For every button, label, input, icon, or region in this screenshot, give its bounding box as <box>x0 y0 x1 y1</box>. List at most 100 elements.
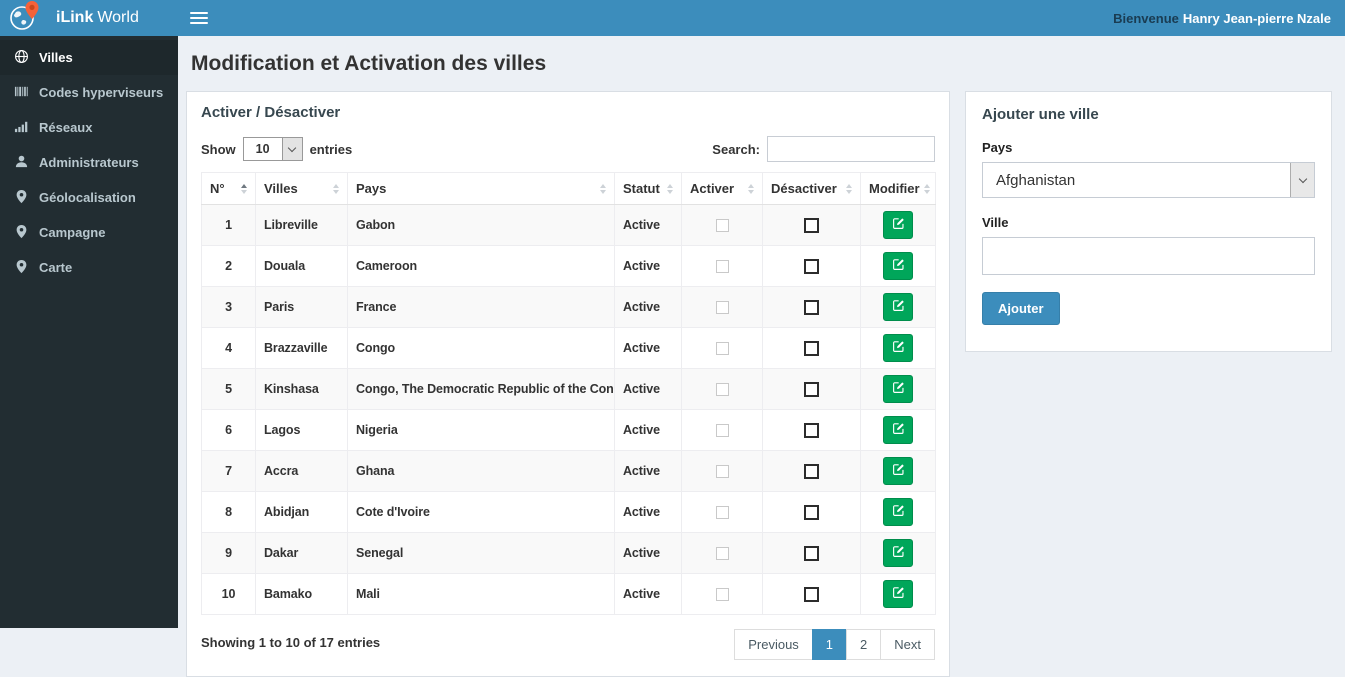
row-number: 8 <box>201 491 256 533</box>
pays-cell: Senegal <box>347 532 615 574</box>
sidebar-item-codes-hyperviseurs[interactable]: Codes hyperviseurs <box>0 75 178 110</box>
column-header-villes[interactable]: Villes <box>255 172 348 205</box>
edit-button[interactable] <box>883 293 913 321</box>
edit-button[interactable] <box>883 416 913 444</box>
pagination-previous-button[interactable]: Previous <box>734 629 813 660</box>
pays-label: Pays <box>982 140 1013 155</box>
column-header-activer[interactable]: Activer <box>681 172 763 205</box>
status-text: Active <box>614 327 682 369</box>
column-header-num[interactable]: N° <box>201 172 256 205</box>
edit-button[interactable] <box>883 457 913 485</box>
ville-cell: Lagos <box>255 409 348 451</box>
sidebar-item-label: Codes hyperviseurs <box>39 85 164 100</box>
sidebar-item-villes[interactable]: Villes <box>0 40 178 75</box>
row-number: 9 <box>201 532 256 574</box>
sidebar-item-administrateurs[interactable]: Administrateurs <box>0 145 178 180</box>
table-row: 3 Paris France Active <box>201 286 936 328</box>
edit-button[interactable] <box>883 211 913 239</box>
activer-checkbox <box>715 300 729 314</box>
sort-icon <box>667 183 673 194</box>
table-row: 5 Kinshasa Congo, The Democratic Republi… <box>201 368 936 410</box>
ville-cell: Libreville <box>255 204 348 246</box>
sidebar-item-label: Villes <box>39 50 73 65</box>
ville-cell: Accra <box>255 450 348 492</box>
edit-button[interactable] <box>883 375 913 403</box>
country-select-value: Afghanistan <box>996 171 1076 189</box>
ajouter-button[interactable]: Ajouter <box>982 292 1060 325</box>
sidebar-item-label: Géolocalisation <box>39 190 136 205</box>
chevron-down-icon <box>1290 163 1314 197</box>
sidebar-item-carte[interactable]: Carte <box>0 250 178 285</box>
column-header-pays[interactable]: Pays <box>347 172 615 205</box>
column-header-desactiver[interactable]: Désactiver <box>762 172 861 205</box>
row-number: 7 <box>201 450 256 492</box>
ville-input[interactable] <box>982 237 1315 275</box>
page-length-control: Show 10 entries <box>201 137 352 161</box>
row-number: 2 <box>201 245 256 287</box>
row-number: 1 <box>201 204 256 246</box>
status-text: Active <box>614 573 682 615</box>
pagination-page-2-button[interactable]: 2 <box>846 629 882 660</box>
desactiver-checkbox[interactable] <box>804 422 819 438</box>
country-select[interactable]: Afghanistan <box>982 162 1315 198</box>
showing-entries-text: Showing 1 to 10 of 17 entries <box>201 635 381 650</box>
search-input[interactable] <box>767 136 935 162</box>
edit-pencil-icon <box>892 340 905 356</box>
table-body: 1 Libreville Gabon Active 2 Douala Camer… <box>201 204 936 615</box>
sidebar-item-label: Carte <box>39 260 73 275</box>
sidebar-item-reseaux[interactable]: Réseaux <box>0 110 178 145</box>
desactiver-checkbox[interactable] <box>804 463 819 479</box>
row-number: 6 <box>201 409 256 451</box>
pagination-next-button[interactable]: Next <box>880 629 935 660</box>
desactiver-checkbox[interactable] <box>804 299 819 315</box>
activer-checkbox <box>715 259 729 273</box>
globe-icon <box>14 49 29 67</box>
villes-table: N° Villes Pays Statut Activer Désactiver… <box>201 172 936 615</box>
edit-button[interactable] <box>883 252 913 280</box>
activer-checkbox <box>715 587 729 601</box>
table-row: 9 Dakar Senegal Active <box>201 532 936 574</box>
activer-checkbox <box>715 505 729 519</box>
status-text: Active <box>614 532 682 574</box>
desactiver-checkbox[interactable] <box>804 217 819 233</box>
row-number: 10 <box>201 573 256 615</box>
edit-button[interactable] <box>883 580 913 608</box>
table-row: 8 Abidjan Cote d'Ivoire Active <box>201 491 936 533</box>
sidebar-item-label: Campagne <box>39 225 106 240</box>
activer-checkbox <box>715 546 729 560</box>
column-header-modifier[interactable]: Modifier <box>860 172 936 205</box>
sidebar-toggle-icon[interactable] <box>190 9 208 27</box>
activer-checkbox <box>715 382 729 396</box>
desactiver-checkbox[interactable] <box>804 381 819 397</box>
status-text: Active <box>614 204 682 246</box>
desactiver-checkbox[interactable] <box>804 504 819 520</box>
edit-button[interactable] <box>883 334 913 362</box>
ville-cell: Kinshasa <box>255 368 348 410</box>
sort-icon <box>846 183 852 194</box>
pagination-page-1-button[interactable]: 1 <box>811 629 848 660</box>
desactiver-checkbox[interactable] <box>804 545 819 561</box>
chevron-down-icon <box>281 138 302 160</box>
pays-cell: Cote d'Ivoire <box>347 491 615 533</box>
ville-cell: Brazzaville <box>255 327 348 369</box>
page-title: Modification et Activation des villes <box>191 52 547 75</box>
column-header-statut[interactable]: Statut <box>614 172 682 205</box>
pays-cell: France <box>347 286 615 328</box>
edit-button[interactable] <box>883 539 913 567</box>
ville-cell: Bamako <box>255 573 348 615</box>
desactiver-checkbox[interactable] <box>804 586 819 602</box>
page-length-select[interactable]: 10 <box>242 137 303 161</box>
desactiver-checkbox[interactable] <box>804 340 819 356</box>
brand-logo[interactable]: iLink World <box>0 0 178 36</box>
edit-pencil-icon <box>892 504 905 520</box>
status-text: Active <box>614 409 682 451</box>
edit-button[interactable] <box>883 498 913 526</box>
table-row: 6 Lagos Nigeria Active <box>201 409 936 451</box>
sidebar-item-geolocalisation[interactable]: Géolocalisation <box>0 180 178 215</box>
pays-cell: Gabon <box>347 204 615 246</box>
desactiver-checkbox[interactable] <box>804 258 819 274</box>
row-number: 4 <box>201 327 256 369</box>
barcode-icon <box>14 84 29 102</box>
sidebar-item-campagne[interactable]: Campagne <box>0 215 178 250</box>
edit-pencil-icon <box>892 545 905 561</box>
